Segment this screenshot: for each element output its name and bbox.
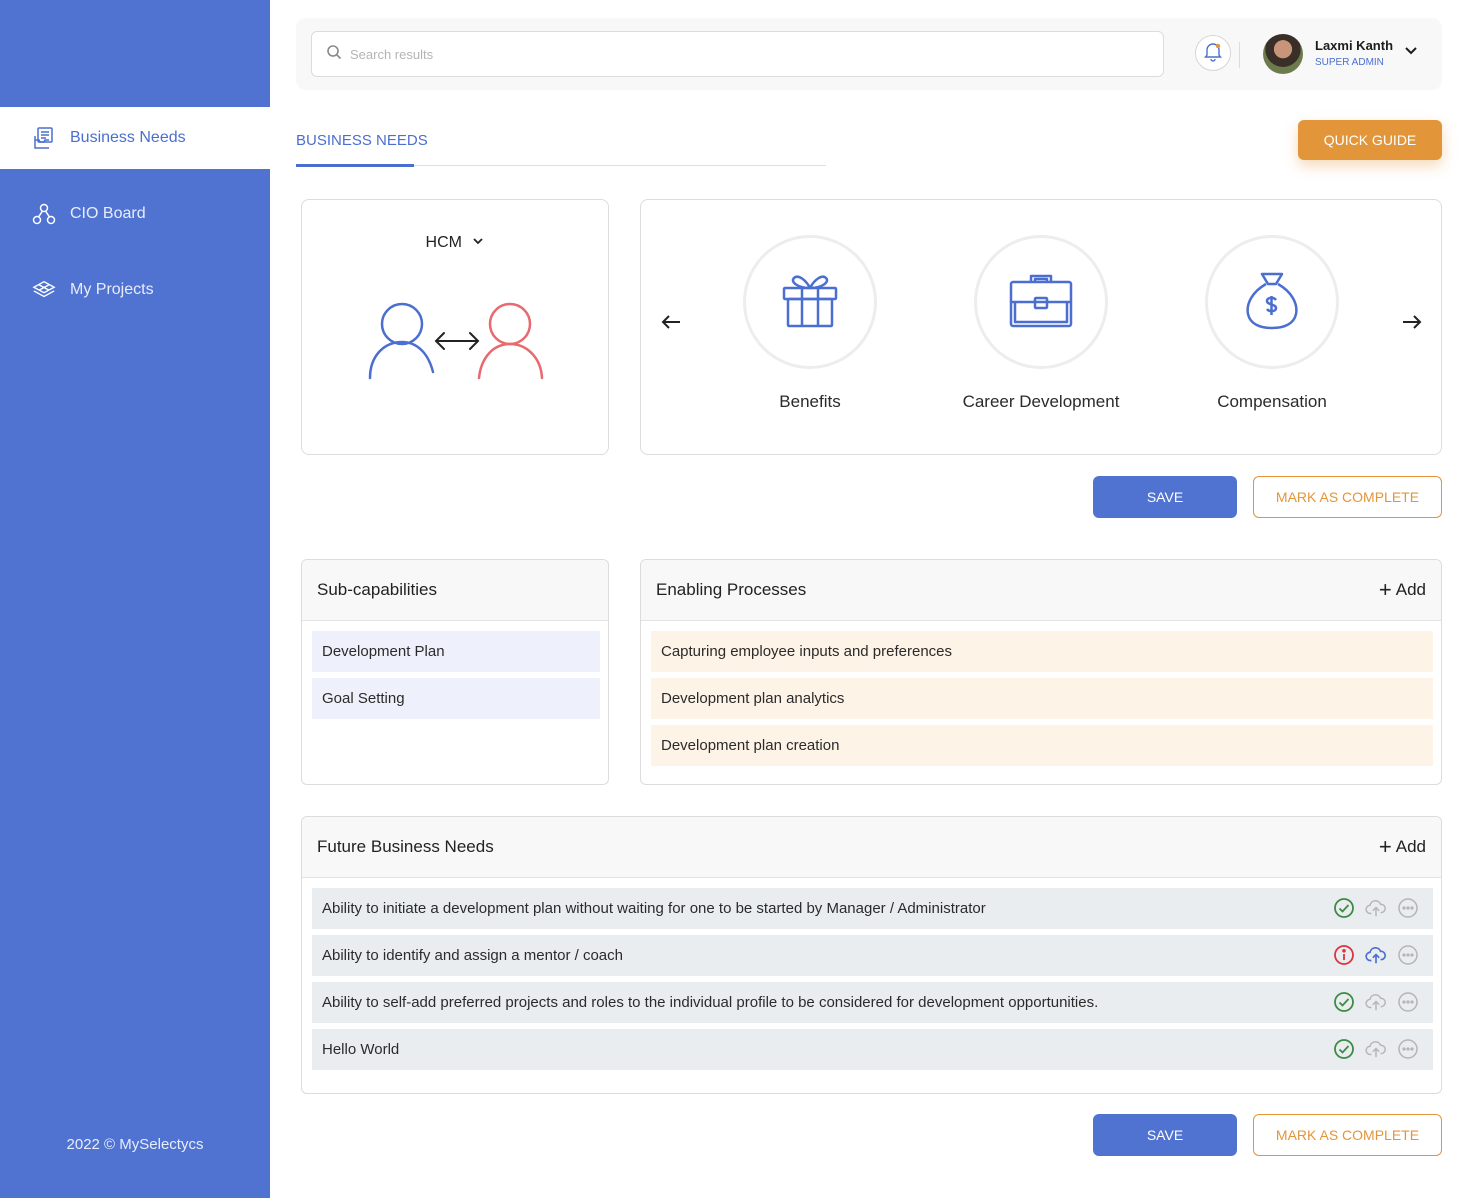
list-item[interactable]: Development plan creation: [651, 725, 1433, 766]
list-item[interactable]: Capturing employee inputs and preference…: [651, 631, 1433, 672]
sidebar-item-label: CIO Board: [70, 205, 146, 222]
cloud-upload-icon[interactable]: [1365, 944, 1387, 966]
sidebar-item-my-projects[interactable]: My Projects: [0, 259, 270, 321]
mark-complete-button-bottom[interactable]: MARK AS COMPLETE: [1253, 1114, 1442, 1156]
table-row[interactable]: Hello World: [312, 1029, 1433, 1070]
sidebar-item-label: Business Needs: [70, 129, 186, 146]
plus-icon: +: [1378, 577, 1392, 602]
list-item[interactable]: Goal Setting: [312, 678, 600, 719]
comment-icon[interactable]: [1397, 991, 1419, 1013]
cloud-upload-icon[interactable]: [1365, 897, 1387, 919]
search-icon: [326, 44, 342, 65]
people-exchange-icon: [366, 296, 546, 391]
need-text: Ability to initiate a development plan w…: [322, 900, 986, 917]
capability-icon-circle: [974, 235, 1108, 369]
money-bag-icon: [1240, 268, 1304, 337]
layers-icon: [32, 278, 56, 302]
mark-complete-button[interactable]: MARK AS COMPLETE: [1253, 476, 1442, 518]
bell-icon: [1202, 40, 1224, 67]
list-item[interactable]: Development Plan: [312, 631, 600, 672]
add-label: Add: [1395, 580, 1426, 599]
panel-title: Enabling Processes: [656, 580, 807, 599]
save-button[interactable]: SAVE: [1093, 476, 1237, 518]
comment-icon[interactable]: [1397, 944, 1419, 966]
table-row[interactable]: Ability to self-add preferred projects a…: [312, 982, 1433, 1023]
user-role: SUPER ADMIN: [1315, 57, 1384, 68]
check-circle-icon[interactable]: [1333, 1038, 1355, 1060]
capability-career-development[interactable]: Career Development: [931, 235, 1151, 412]
need-text: Ability to self-add preferred projects a…: [322, 994, 1099, 1011]
top-bar: Laxmi Kanth SUPER ADMIN: [296, 18, 1442, 90]
comment-icon[interactable]: [1397, 1038, 1419, 1060]
future-business-needs-panel: Future Business Needs + Add Ability to i…: [301, 816, 1442, 1094]
subcapabilities-panel: Sub-capabilities Development Plan Goal S…: [301, 559, 609, 785]
list-item[interactable]: Development plan analytics: [651, 678, 1433, 719]
check-circle-icon[interactable]: [1333, 991, 1355, 1013]
info-circle-icon[interactable]: [1333, 944, 1355, 966]
panel-title: Future Business Needs: [317, 837, 494, 856]
plus-icon: +: [1378, 834, 1392, 859]
table-row[interactable]: Ability to initiate a development plan w…: [312, 888, 1433, 929]
table-row[interactable]: Ability to identify and assign a mentor …: [312, 935, 1433, 976]
need-text: Ability to identify and assign a mentor …: [322, 947, 623, 964]
network-nodes-icon: [32, 202, 56, 226]
document-stack-icon: [32, 126, 56, 150]
briefcase-icon: [1007, 268, 1075, 337]
add-need-button[interactable]: + Add: [1379, 836, 1426, 858]
need-text: Hello World: [322, 1041, 400, 1058]
notification-button[interactable]: [1195, 35, 1231, 71]
row-actions: [1333, 944, 1419, 966]
capability-carousel: Benefits Career Development Compensation: [640, 199, 1442, 455]
user-name: Laxmi Kanth: [1315, 38, 1394, 53]
row-actions: [1333, 897, 1419, 919]
cloud-upload-icon[interactable]: [1365, 1038, 1387, 1060]
hcm-selected-value: HCM: [425, 234, 462, 252]
sidebar-item-business-needs[interactable]: Business Needs: [0, 107, 270, 169]
chevron-down-icon: [472, 234, 484, 252]
sidebar-item-cio-board[interactable]: CIO Board: [0, 183, 270, 245]
arrow-left-icon[interactable]: [659, 310, 683, 341]
search-box[interactable]: [311, 31, 1164, 77]
capability-compensation[interactable]: Compensation: [1162, 235, 1382, 412]
arrow-right-icon[interactable]: [1400, 310, 1424, 341]
avatar[interactable]: [1263, 34, 1303, 74]
row-actions: [1333, 1038, 1419, 1060]
sidebar-item-label: My Projects: [70, 281, 154, 298]
panel-header: Future Business Needs + Add: [302, 817, 1441, 878]
gift-icon: [778, 268, 842, 337]
hcm-dropdown[interactable]: HCM: [302, 234, 608, 252]
tab-active-indicator: [296, 164, 414, 167]
sidebar-footer: 2022 © MySelectycs: [66, 1136, 204, 1153]
capability-icon-circle: [1205, 235, 1339, 369]
row-actions: [1333, 991, 1419, 1013]
cloud-upload-icon[interactable]: [1365, 991, 1387, 1013]
comment-icon[interactable]: [1397, 897, 1419, 919]
add-label: Add: [1395, 837, 1426, 856]
capability-label: Compensation: [1217, 392, 1327, 411]
tab-business-needs[interactable]: BUSINESS NEEDS: [296, 132, 428, 149]
capability-icon-circle: [743, 235, 877, 369]
check-circle-icon[interactable]: [1333, 897, 1355, 919]
hcm-card: HCM: [301, 199, 609, 455]
panel-title: Sub-capabilities: [317, 580, 438, 599]
panel-header: Sub-capabilities: [302, 560, 608, 621]
capability-label: Benefits: [779, 392, 841, 411]
search-input[interactable]: [350, 46, 1130, 62]
quick-guide-button[interactable]: QUICK GUIDE: [1298, 120, 1442, 160]
sidebar: Business Needs CIO Board My Projects 202…: [0, 0, 270, 1198]
add-process-button[interactable]: + Add: [1379, 579, 1426, 601]
topbar-divider: [1239, 42, 1240, 68]
panel-header: Enabling Processes + Add: [641, 560, 1441, 621]
capability-label: Career Development: [962, 392, 1120, 411]
capability-benefits[interactable]: Benefits: [700, 235, 920, 412]
chevron-down-icon[interactable]: [1404, 43, 1418, 62]
enabling-processes-panel: Enabling Processes + Add Capturing emplo…: [640, 559, 1442, 785]
save-button-bottom[interactable]: SAVE: [1093, 1114, 1237, 1156]
